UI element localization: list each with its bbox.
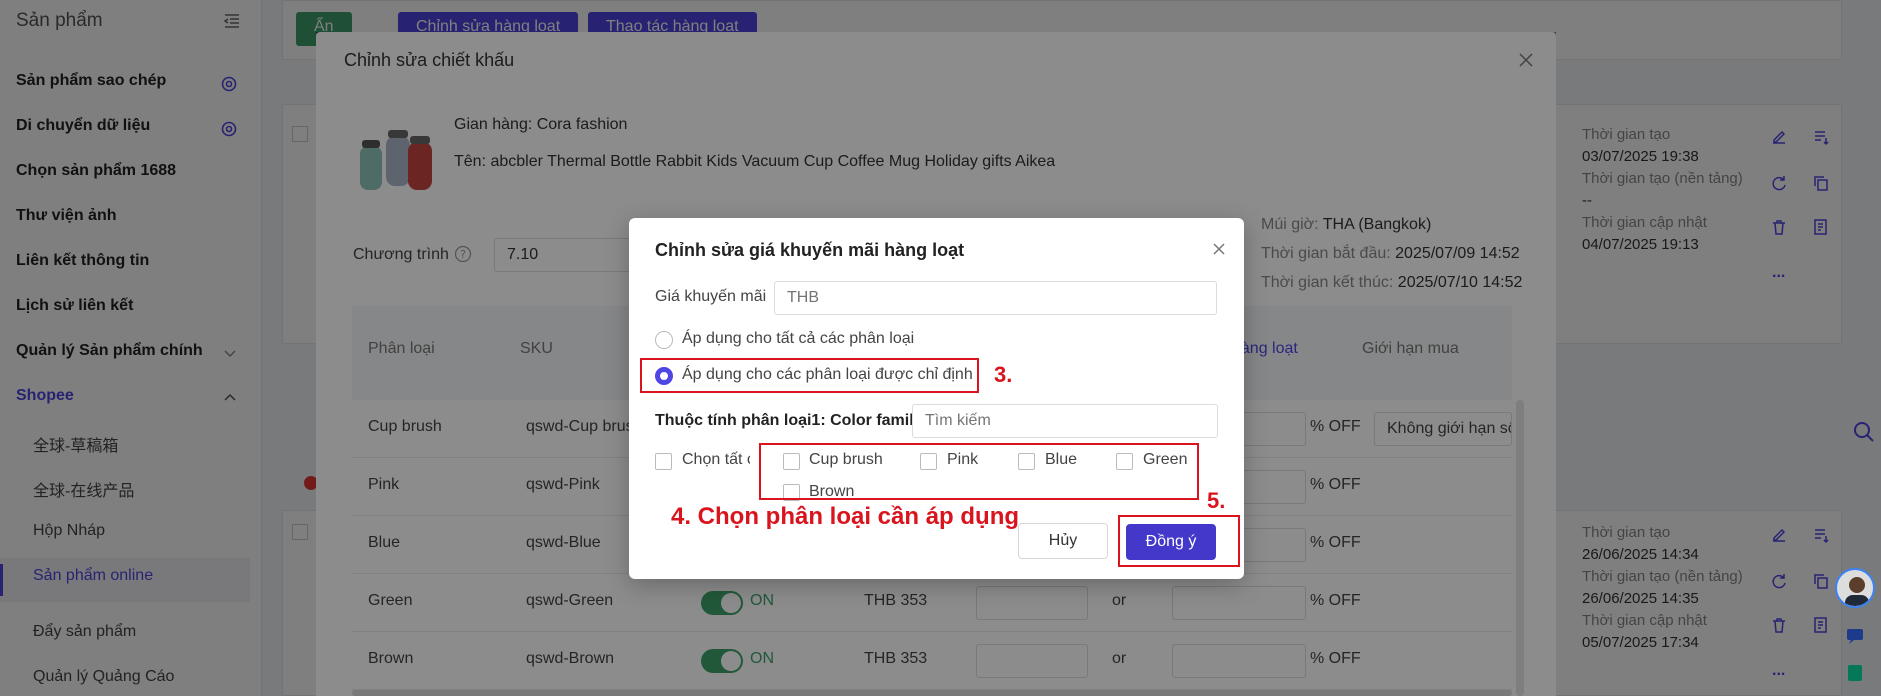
option-apply-all-label: Áp dụng cho tất cả các phân loại bbox=[682, 330, 915, 347]
annotation-box-step4 bbox=[759, 443, 1199, 500]
attribute-label: Thuộc tính phân loại1: Color family bbox=[655, 412, 923, 429]
variant-search-input[interactable] bbox=[912, 404, 1218, 438]
annotation-box-step3 bbox=[640, 358, 979, 393]
close-icon[interactable] bbox=[1212, 242, 1226, 256]
annotation-step4: 4. Chọn phân loại cần áp dụng bbox=[671, 503, 1020, 530]
promo-price-input[interactable] bbox=[774, 281, 1217, 315]
chat-icon[interactable] bbox=[1845, 626, 1865, 646]
annotation-step3: 3. bbox=[994, 362, 1013, 387]
cancel-button[interactable]: Hủy bbox=[1018, 523, 1108, 559]
promo-price-label: Giá khuyến mãi bbox=[655, 288, 767, 305]
select-all-checkbox[interactable] bbox=[655, 453, 672, 470]
book-icon[interactable] bbox=[1845, 663, 1865, 683]
annotation-box-step5 bbox=[1118, 515, 1240, 567]
select-all-label: Chọn tất cả bbox=[682, 451, 750, 468]
support-avatar[interactable] bbox=[1835, 568, 1875, 608]
annotation-step5: 5. bbox=[1207, 488, 1226, 513]
dialog-title: Chỉnh sửa giá khuyến mãi hàng loạt bbox=[655, 240, 965, 260]
radio-apply-all[interactable] bbox=[655, 331, 673, 349]
